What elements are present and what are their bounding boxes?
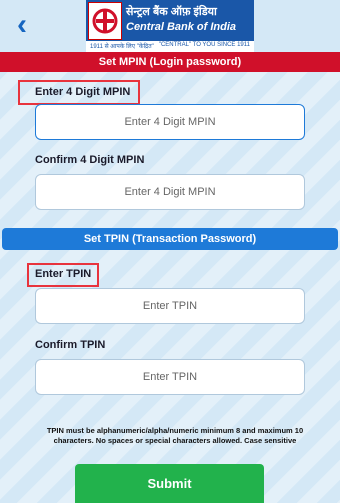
mpin-section-title: Set MPIN (Login password) [0, 52, 340, 72]
enter-mpin-input[interactable] [35, 104, 305, 140]
bank-emblem-icon [88, 2, 122, 40]
tpin-rules-note: TPIN must be alphanumeric/alpha/numeric … [46, 426, 304, 445]
tagline-hindi: 1911 से आपके लिए "केंद्रित" [90, 44, 154, 50]
tpin-section-title: Set TPIN (Transaction Password) [2, 228, 338, 250]
enter-tpin-input[interactable] [35, 288, 305, 324]
logo-tagline-strip: 1911 से आपके लिए "केंद्रित" "CENTRAL" TO… [86, 41, 254, 52]
bank-name-hindi: सेन्ट्रल बैंक ऑफ़ इंडिया [126, 6, 217, 18]
confirm-mpin-input[interactable] [35, 174, 305, 210]
submit-button[interactable]: Submit [75, 464, 264, 503]
enter-tpin-label: Enter TPIN [35, 268, 92, 280]
enter-mpin-label: Enter 4 Digit MPIN [35, 86, 131, 98]
chevron-left-icon[interactable]: ‹ [8, 10, 36, 40]
tagline-english: "CENTRAL" TO YOU SINCE 1911 [158, 42, 250, 48]
confirm-tpin-input[interactable] [35, 359, 305, 395]
confirm-mpin-label: Confirm 4 Digit MPIN [35, 154, 145, 166]
app-header: ‹ सेन्ट्रल बैंक ऑफ़ इंडिया Central Bank … [0, 0, 340, 52]
confirm-tpin-label: Confirm TPIN [35, 339, 106, 351]
bank-name: Central Bank of India [126, 21, 237, 33]
bank-logo: सेन्ट्रल बैंक ऑफ़ इंडिया Central Bank of… [86, 0, 254, 52]
